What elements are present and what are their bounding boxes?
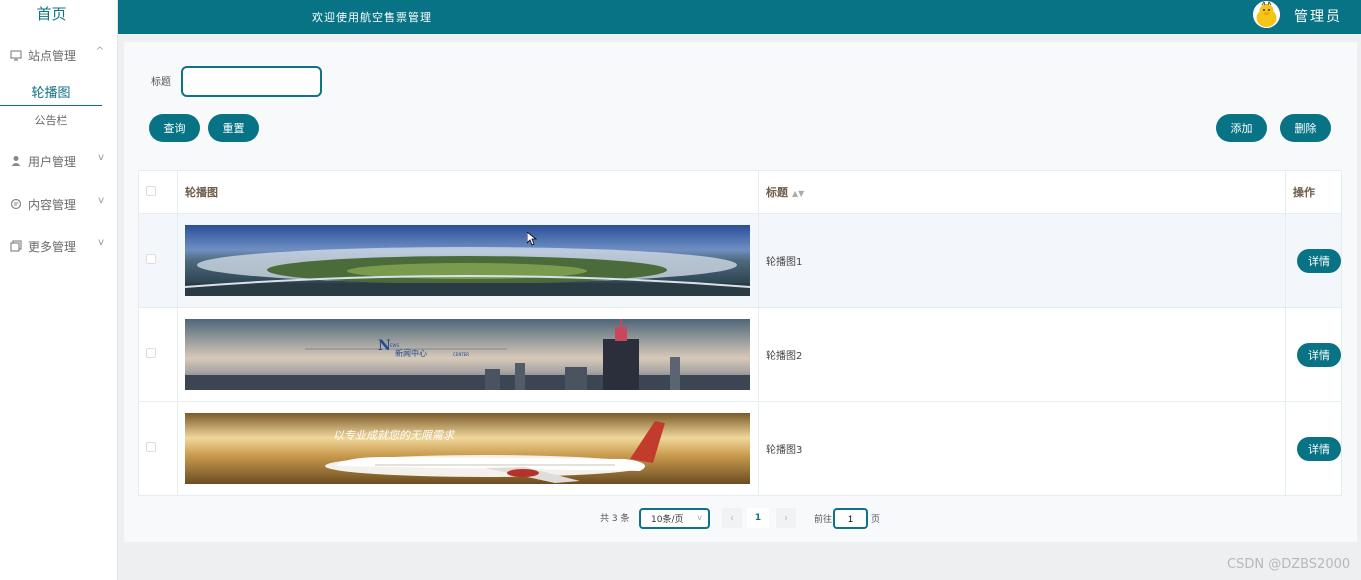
- plane-slogan-text: 以专业成就您的无限需求: [333, 429, 456, 442]
- sidebar-group-label: 站点管理: [28, 48, 77, 63]
- page-size-value: 10条/页: [651, 515, 684, 525]
- row-select-cell: [138, 213, 178, 308]
- carousel-table: 轮播图 标题 ▲▼ 操作 轮播图1 详情 N EWS 新闻中心 CENTER 轮…: [138, 170, 1342, 496]
- row-image-cell: N EWS 新闻中心 CENTER: [177, 307, 759, 402]
- detail-button[interactable]: 详情: [1297, 248, 1341, 273]
- row-title-cell: 轮播图3: [758, 401, 1286, 496]
- delete-button[interactable]: 删除: [1280, 114, 1331, 142]
- next-page-button[interactable]: ›: [776, 508, 796, 528]
- table-row: N EWS 新闻中心 CENTER 轮播图2 详情: [138, 307, 1342, 402]
- sidebar-item-carousel[interactable]: 轮播图: [0, 82, 102, 106]
- main-card: 标题 查询 重置 添加 删除 轮播图 标题 ▲▼ 操作 轮播图1 详情 N EW…: [124, 42, 1357, 542]
- detail-button[interactable]: 详情: [1297, 342, 1341, 367]
- sidebar-group-user[interactable]: 用户管理 v: [10, 151, 108, 171]
- copy-icon: [10, 240, 22, 252]
- pagination-total: 共 3 条: [600, 514, 630, 524]
- sidebar-group-site[interactable]: 站点管理 ^: [10, 45, 108, 65]
- query-button[interactable]: 查询: [149, 114, 200, 142]
- row-select-cell: [138, 401, 178, 496]
- monitor-icon: [10, 49, 22, 61]
- select-all-checkbox[interactable]: [146, 185, 156, 196]
- page-size-select[interactable]: 10条/页 v: [639, 508, 710, 529]
- row-actions-cell: 详情: [1285, 213, 1342, 308]
- welcome-text: 欢迎使用航空售票管理: [312, 11, 432, 24]
- page-number-current[interactable]: 1: [747, 508, 769, 528]
- sort-icon[interactable]: ▲▼: [792, 189, 804, 198]
- sidebar-group-label: 用户管理: [28, 154, 77, 169]
- goto-page-input[interactable]: [833, 508, 868, 529]
- sidebar-group-more[interactable]: 更多管理 v: [10, 236, 108, 256]
- reset-button[interactable]: 重置: [208, 114, 259, 142]
- top-header: 欢迎使用航空售票管理 管理员: [118, 0, 1361, 34]
- column-header-image: 轮播图: [177, 170, 759, 214]
- chevron-down-icon: v: [98, 152, 104, 163]
- carousel-image-news-center: N EWS 新闻中心 CENTER: [185, 319, 750, 390]
- title-filter-label: 标题: [151, 77, 171, 88]
- carousel-image-airplane: 以专业成就您的无限需求: [185, 413, 750, 484]
- title-filter-input[interactable]: [181, 66, 322, 97]
- row-title-cell: 轮播图2: [758, 307, 1286, 402]
- column-header-title[interactable]: 标题 ▲▼: [758, 170, 1286, 214]
- row-image-cell: [177, 213, 759, 308]
- watermark: CSDN @DZBS2000: [1227, 557, 1351, 572]
- table-row: 以专业成就您的无限需求 轮播图3 详情: [138, 401, 1342, 496]
- sidebar: 首页 站点管理 ^ 轮播图 公告栏 用户管理 v 内容管理 v 更多管理 v: [0, 0, 118, 580]
- duck-avatar-icon[interactable]: [1253, 1, 1280, 28]
- chevron-up-icon: ^: [95, 46, 104, 57]
- carousel-image-airport: [185, 225, 750, 296]
- sidebar-item-notice[interactable]: 公告栏: [0, 112, 102, 128]
- mouse-cursor-icon: [526, 231, 538, 249]
- sidebar-group-content[interactable]: 内容管理 v: [10, 194, 108, 214]
- row-image-cell: 以专业成就您的无限需求: [177, 401, 759, 496]
- sidebar-group-label: 更多管理: [28, 239, 77, 254]
- row-checkbox[interactable]: [146, 442, 156, 452]
- row-checkbox[interactable]: [146, 254, 156, 264]
- row-title-cell: 轮播图1: [758, 213, 1286, 308]
- detail-button[interactable]: 详情: [1297, 436, 1341, 461]
- row-select-cell: [138, 307, 178, 402]
- row-actions-cell: 详情: [1285, 401, 1342, 496]
- news-cn-text: 新闻中心: [395, 348, 427, 358]
- table-row: 轮播图1 详情: [138, 213, 1342, 308]
- row-checkbox[interactable]: [146, 348, 156, 358]
- select-all-cell: [138, 170, 178, 214]
- chevron-down-icon: v: [98, 237, 104, 248]
- row-actions-cell: 详情: [1285, 307, 1342, 402]
- news-center-text: CENTER: [453, 352, 469, 357]
- pagination: 共 3 条 10条/页 v ‹ 1 › 前往 页: [124, 508, 1357, 529]
- sidebar-group-label: 内容管理: [28, 197, 77, 212]
- table-header-row: 轮播图 标题 ▲▼ 操作: [138, 170, 1342, 214]
- admin-username[interactable]: 管理员: [1294, 6, 1342, 26]
- column-title-label: 标题: [766, 186, 788, 199]
- column-header-actions: 操作: [1285, 170, 1342, 214]
- add-button[interactable]: 添加: [1216, 114, 1267, 142]
- news-ews-text: EWS: [390, 343, 399, 348]
- goto-label: 前往: [814, 515, 833, 525]
- chat-icon: [10, 198, 22, 210]
- goto-suffix-label: 页: [871, 515, 881, 525]
- user-icon: [10, 155, 22, 167]
- chevron-down-icon: v: [98, 195, 104, 206]
- prev-page-button[interactable]: ‹: [722, 508, 742, 528]
- sidebar-home[interactable]: 首页: [0, 0, 103, 30]
- chevron-down-icon: v: [697, 513, 702, 522]
